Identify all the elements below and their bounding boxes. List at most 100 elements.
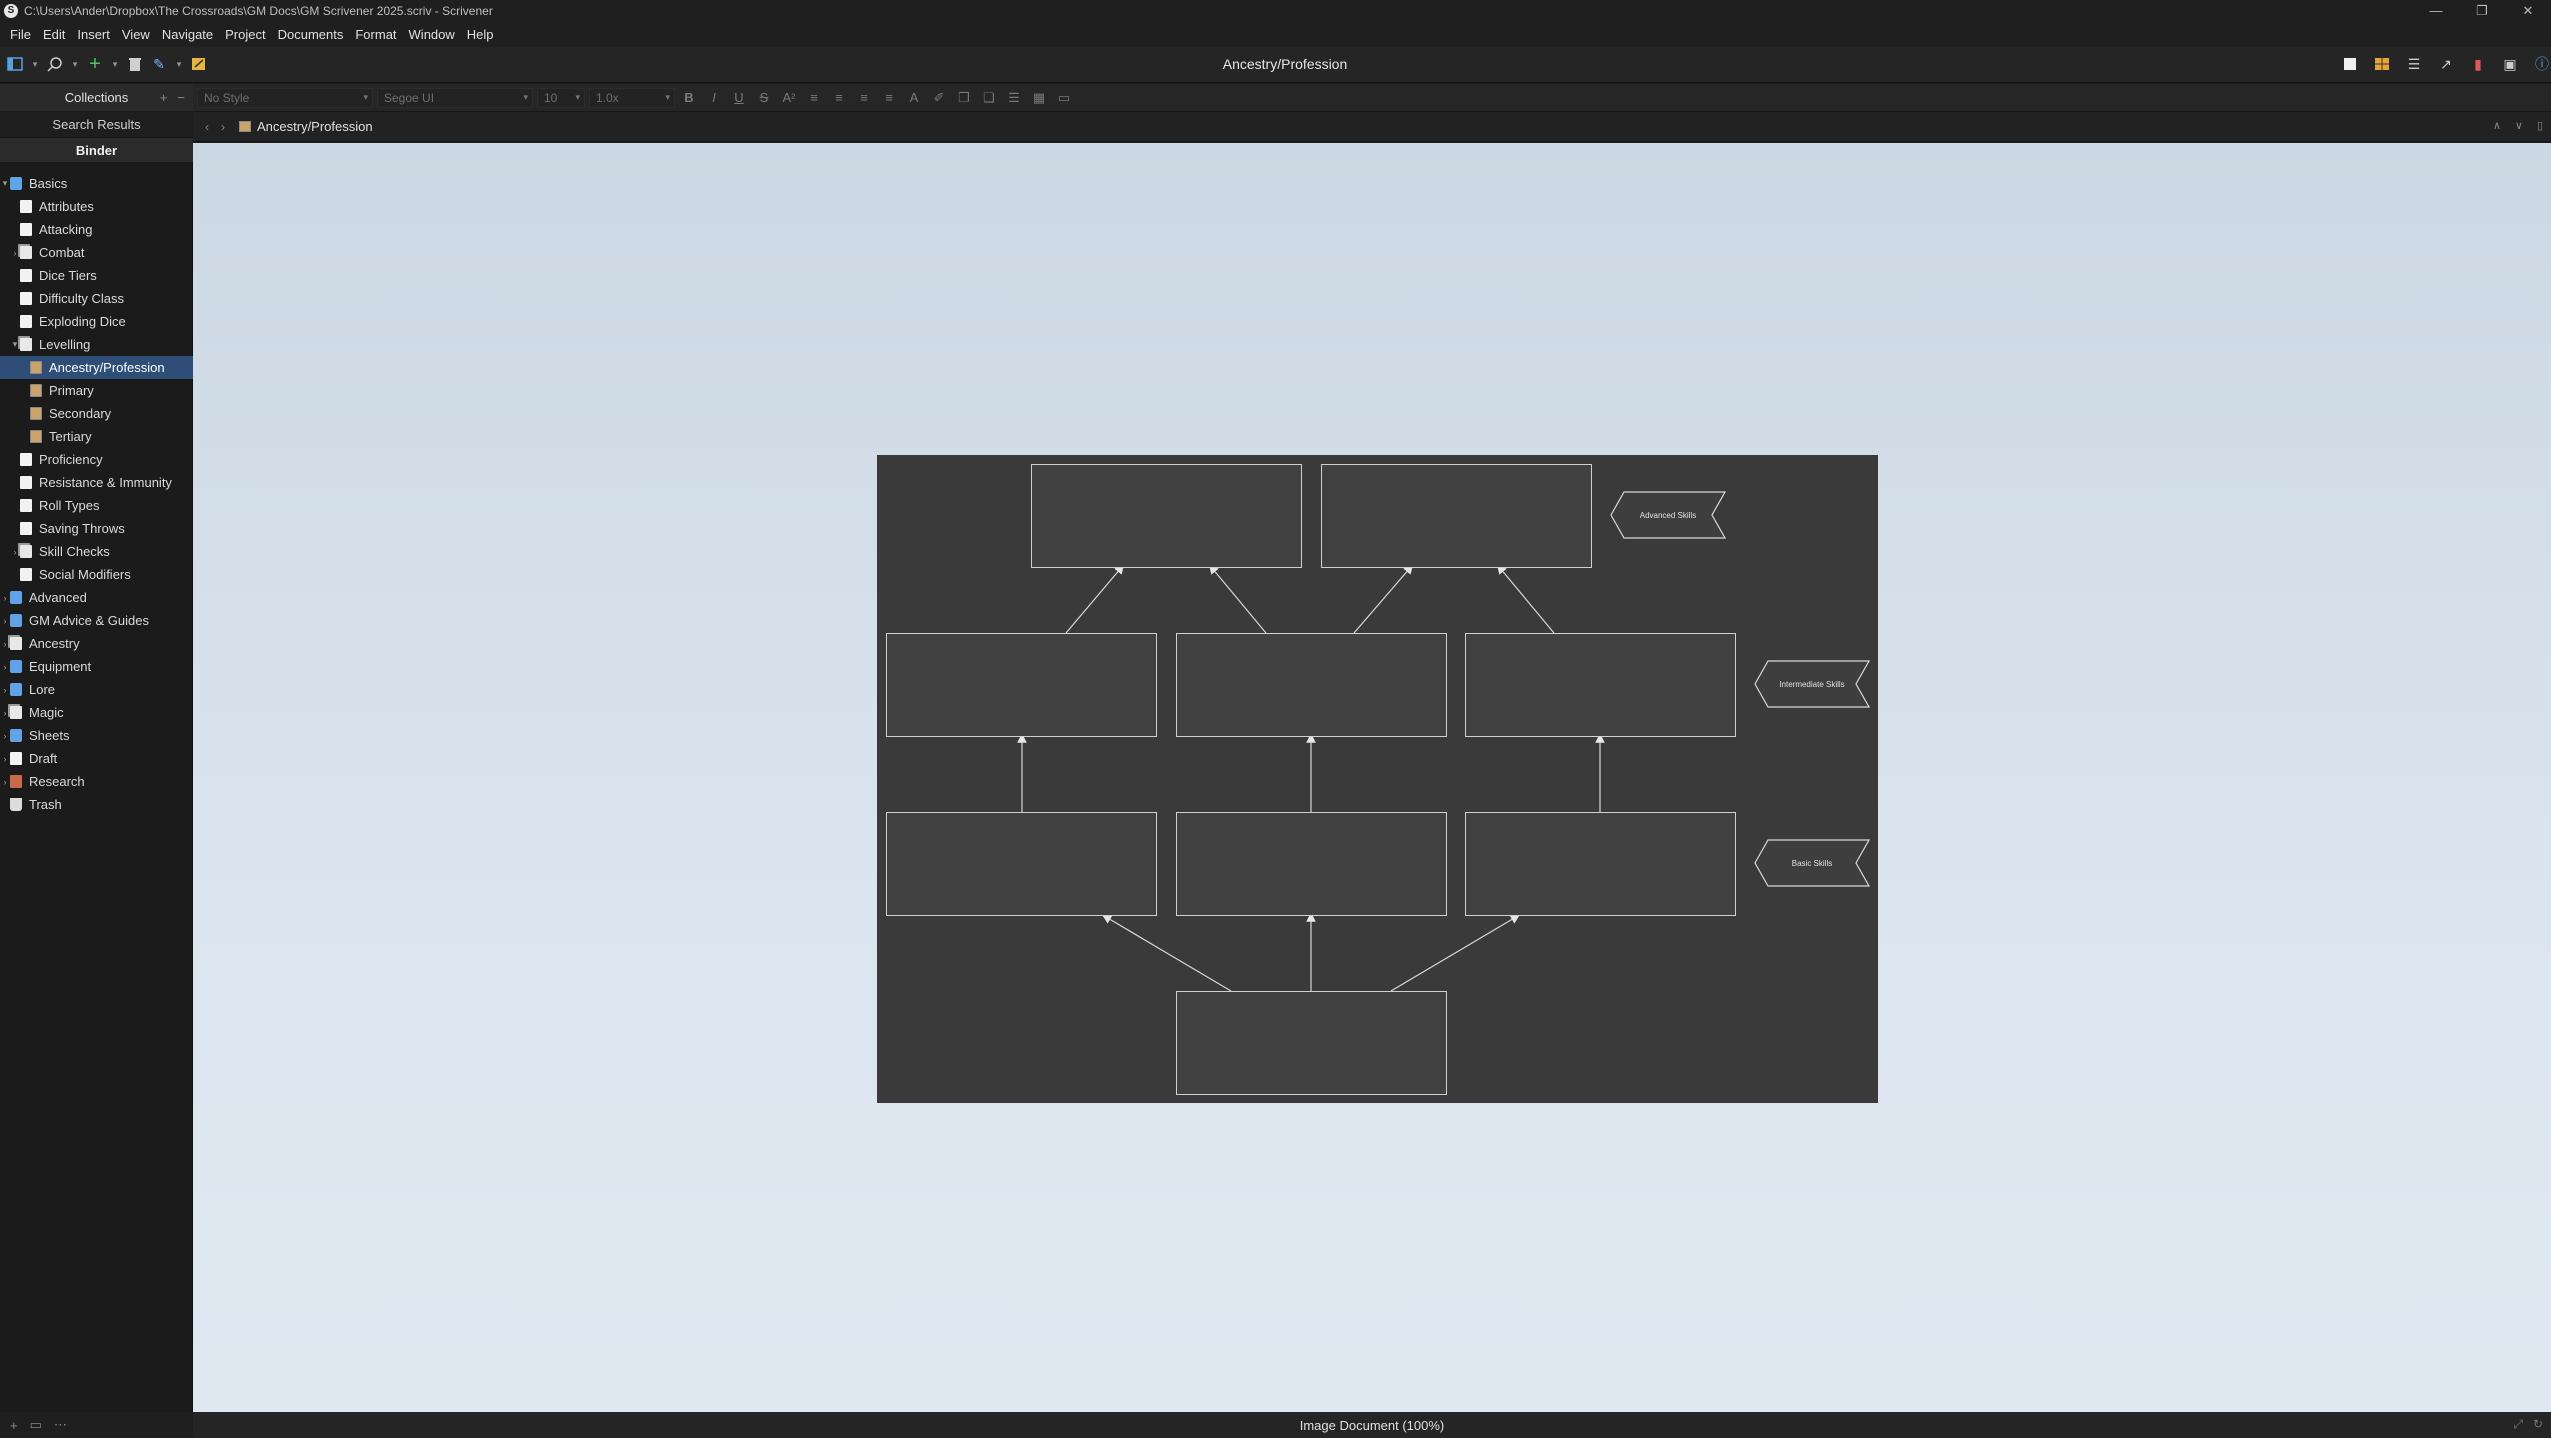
disclosure-triangle-icon[interactable]: › xyxy=(0,639,10,649)
copy-format-icon[interactable]: ❐ xyxy=(953,88,975,108)
binder-item-ancestry[interactable]: › Ancestry xyxy=(0,632,193,655)
highlight-icon[interactable]: ✐ xyxy=(928,88,950,108)
more-options-icon[interactable]: ⋯ xyxy=(54,1417,67,1433)
header-document-title[interactable]: Ancestry/Profession xyxy=(257,119,373,134)
add-icon[interactable]: + xyxy=(10,1418,18,1433)
search-results-tab[interactable]: Search Results xyxy=(0,112,193,138)
close-button[interactable]: ✕ xyxy=(2505,0,2551,21)
disclosure-triangle-icon[interactable]: › xyxy=(0,777,10,787)
align-justify-icon[interactable]: ≡ xyxy=(853,88,875,108)
binder-item-difficulty-class[interactable]: Difficulty Class xyxy=(0,287,193,310)
collections-header[interactable]: Collections + − xyxy=(0,84,193,112)
scrivener-app-icon[interactable]: S xyxy=(4,3,18,18)
snapshot-icon[interactable]: ▣ xyxy=(2501,55,2519,73)
inspector-icon[interactable]: ⓘ xyxy=(2533,55,2551,73)
align-right-icon[interactable]: ≡ xyxy=(878,88,900,108)
style-select[interactable]: No Style ▾ xyxy=(197,87,373,108)
superscript-icon[interactable]: A² xyxy=(778,88,800,108)
corkboard-view-icon[interactable] xyxy=(2373,55,2391,73)
binder-item-sheets[interactable]: › Sheets xyxy=(0,724,193,747)
disclosure-triangle-icon[interactable]: ▾ xyxy=(10,339,20,350)
ruler-icon[interactable]: ▭ xyxy=(1053,88,1075,108)
editor-view-icon[interactable] xyxy=(2341,55,2359,73)
forward-arrow-icon[interactable]: › xyxy=(221,120,225,134)
chevron-down-icon[interactable]: ∨ xyxy=(2515,119,2523,132)
binder-item-levelling[interactable]: ▾ Levelling xyxy=(0,333,193,356)
quick-reference-icon[interactable] xyxy=(190,55,208,73)
binder-item-skill-checks[interactable]: › Skill Checks xyxy=(0,540,193,563)
binder-item-basics[interactable]: ▾ Basics xyxy=(0,172,193,195)
binder-item-gm-advice-guides[interactable]: › GM Advice & Guides xyxy=(0,609,193,632)
text-color-icon[interactable]: A xyxy=(903,88,925,108)
binder-item-advanced[interactable]: › Advanced xyxy=(0,586,193,609)
menu-edit[interactable]: Edit xyxy=(37,27,71,42)
split-view-icon[interactable]: ▯ xyxy=(2537,119,2543,132)
italic-icon[interactable]: I xyxy=(703,88,725,108)
binder-item-attributes[interactable]: Attributes xyxy=(0,195,193,218)
binder-item-proficiency[interactable]: Proficiency xyxy=(0,448,193,471)
list-icon[interactable]: ☰ xyxy=(1003,88,1025,108)
compile-icon[interactable]: ↗ xyxy=(2437,55,2455,73)
expand-icon[interactable]: ⤢ xyxy=(2513,1417,2523,1432)
disclosure-triangle-icon[interactable]: › xyxy=(0,593,10,603)
binder-item-exploding-dice[interactable]: Exploding Dice xyxy=(0,310,193,333)
outliner-view-icon[interactable]: ☰ xyxy=(2405,55,2423,73)
disclosure-triangle-icon[interactable]: › xyxy=(0,731,10,741)
disclosure-triangle-icon[interactable]: ▾ xyxy=(0,178,10,189)
binder-toggle-icon[interactable] xyxy=(6,55,24,73)
bookmark-icon[interactable]: ▮ xyxy=(2469,55,2487,73)
menu-view[interactable]: View xyxy=(116,27,156,42)
disclosure-triangle-icon[interactable]: › xyxy=(0,708,10,718)
menu-insert[interactable]: Insert xyxy=(71,27,116,42)
paste-format-icon[interactable]: ❏ xyxy=(978,88,1000,108)
binder-item-social-modifiers[interactable]: Social Modifiers xyxy=(0,563,193,586)
chevron-up-icon[interactable]: ∧ xyxy=(2493,119,2501,132)
binder-item-secondary[interactable]: Secondary xyxy=(0,402,193,425)
strikethrough-icon[interactable]: S xyxy=(753,88,775,108)
paperclip-icon[interactable]: ✎ xyxy=(150,55,168,73)
chevron-down-icon[interactable]: ▾ xyxy=(70,55,80,73)
menu-file[interactable]: File xyxy=(4,27,37,42)
line-spacing-select[interactable]: 1.0x ▾ xyxy=(589,87,675,108)
binder-item-magic[interactable]: › Magic xyxy=(0,701,193,724)
binder-item-combat[interactable]: › Combat xyxy=(0,241,193,264)
menu-project[interactable]: Project xyxy=(219,27,271,42)
editor-area[interactable]: Advanced Skills Intermediate Skills Basi… xyxy=(193,143,2551,1412)
disclosure-triangle-icon[interactable]: › xyxy=(0,685,10,695)
disclosure-triangle-icon[interactable]: › xyxy=(0,662,10,672)
binder-item-attacking[interactable]: Attacking xyxy=(0,218,193,241)
font-size-select[interactable]: 10 ▾ xyxy=(537,87,585,108)
search-icon[interactable] xyxy=(46,55,64,73)
menu-window[interactable]: Window xyxy=(403,27,461,42)
back-arrow-icon[interactable]: ‹ xyxy=(205,120,209,134)
add-collection-icon[interactable]: + xyxy=(160,90,168,105)
add-icon[interactable]: + xyxy=(86,53,104,75)
binder-item-lore[interactable]: › Lore xyxy=(0,678,193,701)
menu-help[interactable]: Help xyxy=(461,27,500,42)
binder-item-primary[interactable]: Primary xyxy=(0,379,193,402)
binder-item-saving-throws[interactable]: Saving Throws xyxy=(0,517,193,540)
binder-item-roll-types[interactable]: Roll Types xyxy=(0,494,193,517)
binder-item-draft[interactable]: › Draft xyxy=(0,747,193,770)
refresh-icon[interactable]: ↻ xyxy=(2533,1417,2543,1432)
chevron-down-icon[interactable]: ▾ xyxy=(110,55,120,73)
binder-item-tertiary[interactable]: Tertiary xyxy=(0,425,193,448)
align-left-icon[interactable]: ≡ xyxy=(803,88,825,108)
chevron-down-icon[interactable]: ▾ xyxy=(30,55,40,73)
binder-item-resistance-immunity[interactable]: Resistance & Immunity xyxy=(0,471,193,494)
binder-item-dice-tiers[interactable]: Dice Tiers xyxy=(0,264,193,287)
binder-item-trash[interactable]: Trash xyxy=(0,793,193,816)
menu-documents[interactable]: Documents xyxy=(272,27,350,42)
minimize-button[interactable]: — xyxy=(2413,0,2459,21)
chevron-down-icon[interactable]: ▾ xyxy=(174,55,184,73)
disclosure-triangle-icon[interactable]: › xyxy=(0,616,10,626)
disclosure-triangle-icon[interactable]: › xyxy=(0,754,10,764)
bold-icon[interactable]: B xyxy=(678,88,700,108)
add-folder-icon[interactable]: ▭ xyxy=(30,1417,42,1433)
binder-item-ancestry-profession[interactable]: Ancestry/Profession xyxy=(0,356,193,379)
menu-navigate[interactable]: Navigate xyxy=(156,27,219,42)
restore-button[interactable]: ❐ xyxy=(2459,0,2505,21)
table-icon[interactable]: ▦ xyxy=(1028,88,1050,108)
menu-format[interactable]: Format xyxy=(349,27,402,42)
trash-icon[interactable] xyxy=(126,55,144,73)
